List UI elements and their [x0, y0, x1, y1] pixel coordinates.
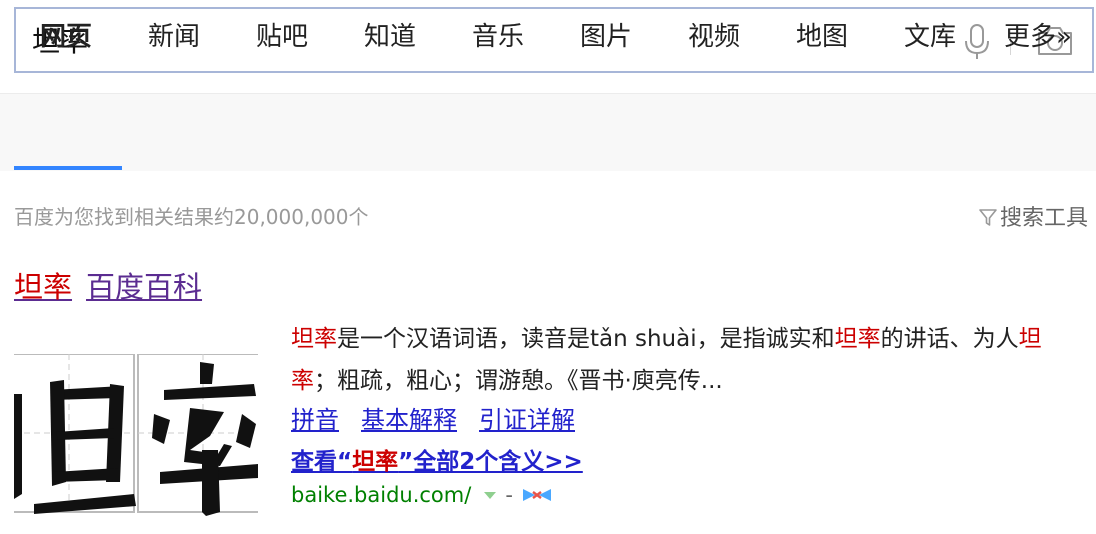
- view-all-meanings-link[interactable]: 查看“坦率”全部2个含义>>: [291, 442, 583, 476]
- tab-more[interactable]: 更多»: [1004, 20, 1072, 54]
- tab-web[interactable]: 网页: [40, 20, 92, 54]
- search-tools-label: 搜索工具: [999, 206, 1088, 231]
- tab-map[interactable]: 地图: [796, 20, 848, 54]
- abstract-text: 是一个汉语词语，读音是tǎn shuài，是指诚实和: [337, 326, 835, 352]
- link-pinyin[interactable]: 拼音: [291, 406, 339, 434]
- tab-images[interactable]: 图片: [580, 20, 632, 54]
- tab-music[interactable]: 音乐: [472, 20, 524, 54]
- source-url: baike.baidu.com/: [291, 483, 472, 507]
- result-count: 百度为您找到相关结果约20,000,000个: [14, 205, 369, 229]
- result-abstract: 坦率是一个汉语词语，读音是tǎn shuài，是指诚实和坦率的讲话、为人坦率；粗…: [291, 318, 1081, 402]
- abstract-keyword: 坦率: [834, 326, 881, 352]
- result-title-link[interactable]: 坦率 百度百科: [14, 264, 202, 306]
- result-thumbnail-image[interactable]: [14, 354, 258, 516]
- view-all-suffix: ”全部2个含义>>: [398, 449, 583, 475]
- link-citation-details[interactable]: 引证详解: [479, 406, 575, 434]
- filter-icon: [979, 209, 997, 226]
- link-basic-definition[interactable]: 基本解释: [361, 406, 457, 434]
- tab-tieba[interactable]: 贴吧: [256, 20, 308, 54]
- tab-video[interactable]: 视频: [688, 20, 740, 54]
- view-all-prefix: 查看“: [291, 449, 353, 475]
- view-all-keyword: 坦率: [352, 449, 399, 475]
- result-title-keyword: 坦率: [14, 270, 73, 304]
- result-source-line: baike.baidu.com/ -: [291, 483, 553, 507]
- source-separator: -: [505, 483, 513, 507]
- result-sublinks: 拼音 基本解释 引证详解: [291, 400, 597, 435]
- mic-icon[interactable]: [964, 23, 990, 61]
- search-tools-button[interactable]: 搜索工具: [978, 200, 1088, 232]
- tab-wenku[interactable]: 文库: [904, 20, 956, 54]
- abstract-keyword: 坦率: [291, 326, 337, 352]
- baike-logo-icon[interactable]: [521, 486, 553, 504]
- result-title-source: 百度百科: [86, 270, 203, 304]
- tab-zhidao[interactable]: 知道: [364, 20, 416, 54]
- abstract-text: ；粗疏，粗心；谓游憩。《晋书·庾亮传...: [314, 368, 723, 394]
- tabs-bar: [0, 93, 1096, 171]
- active-tab-indicator: [14, 166, 122, 170]
- tab-news[interactable]: 新闻: [148, 20, 200, 54]
- dropdown-arrow-icon[interactable]: [483, 490, 497, 500]
- abstract-text: 的讲话、为人: [880, 326, 1019, 352]
